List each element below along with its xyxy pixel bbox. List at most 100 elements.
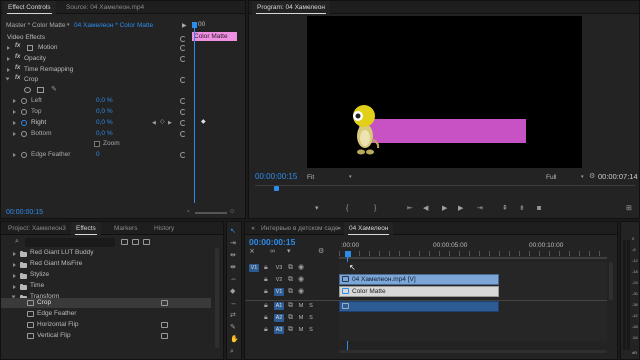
wrench-icon[interactable]: ⚙ — [589, 173, 595, 181]
close-icon[interactable]: ✕ — [251, 225, 255, 233]
effect-crop[interactable]: Crop — [24, 75, 38, 85]
param-bottom-value[interactable]: 0,0 % — [96, 129, 113, 139]
stopwatch-icon[interactable] — [21, 98, 27, 104]
tab-project[interactable]: Project: Хамелеон3 — [3, 222, 71, 235]
mute-button[interactable]: M — [296, 326, 306, 334]
hand-tool-icon[interactable]: ✋ — [230, 336, 239, 344]
effect-motion[interactable]: Motion — [38, 43, 58, 53]
ec-timecode[interactable]: 00:00:00:15 — [6, 208, 43, 218]
sync-lock-icon[interactable]: ⧉ — [288, 326, 293, 334]
settings-wrench-icon[interactable]: ⚙ — [318, 248, 324, 256]
ellipse-mask-icon[interactable] — [24, 87, 31, 93]
timeline-timecode[interactable]: 00:00:00:15 — [249, 237, 295, 247]
slip-tool-icon[interactable]: ↔ — [230, 300, 237, 308]
track-a1[interactable]: A1 — [274, 302, 284, 310]
add-keyframe-icon[interactable]: ◇ — [160, 118, 165, 126]
pen-mask-icon[interactable]: ✎ — [51, 85, 57, 93]
reset-top-icon[interactable] — [180, 109, 186, 115]
section-reset-icon[interactable] — [180, 36, 186, 42]
zoom-in-icon[interactable]: ○ — [230, 208, 234, 216]
snap-icon[interactable]: ⩙ — [250, 248, 254, 256]
tab-sequence-interview[interactable]: Интервью в детском саде — [256, 222, 344, 235]
reset-bottom-icon[interactable] — [180, 131, 186, 137]
slide-tool-icon[interactable]: ⇄ — [230, 312, 236, 320]
track-v2[interactable]: V2 — [274, 276, 284, 284]
sync-lock-icon[interactable]: ⧉ — [288, 314, 293, 322]
expand-left-icon[interactable] — [13, 99, 16, 103]
tab-sequence-chameleon[interactable]: 04 Хамелеон — [344, 222, 394, 235]
effects-list-item[interactable]: Horizontal Flip — [37, 320, 79, 330]
program-mini-timeline[interactable] — [255, 185, 635, 186]
collapse-crop-icon[interactable] — [5, 77, 10, 81]
mute-button[interactable]: M — [296, 314, 306, 322]
track-v3[interactable]: V3 — [274, 264, 284, 272]
keyframe-diamond-icon[interactable]: ◆ — [201, 118, 206, 126]
timeline-scrollbar[interactable] — [609, 262, 613, 300]
reset-motion-icon[interactable] — [180, 45, 186, 51]
stopwatch-icon[interactable] — [21, 152, 27, 158]
close-icon[interactable]: ✕ — [337, 225, 341, 233]
rectangle-mask-icon[interactable] — [37, 87, 44, 93]
rate-stretch-tool-icon[interactable]: ⇔ — [230, 276, 237, 284]
add-marker-icon[interactable]: ▾ — [287, 248, 291, 256]
solo-button[interactable]: S — [306, 302, 316, 310]
reset-crop-icon[interactable] — [180, 77, 186, 83]
sync-lock-icon[interactable]: ⧉ — [288, 302, 293, 310]
go-to-in-icon[interactable]: ⇤ — [407, 205, 413, 213]
accelerated-effects-icon[interactable] — [121, 239, 128, 245]
razor-tool-icon[interactable]: ◆ — [230, 288, 235, 296]
linked-selection-icon[interactable]: ∞ — [270, 248, 275, 256]
add-marker-icon[interactable]: ▾ — [315, 205, 319, 213]
zoom-checkbox[interactable] — [94, 141, 100, 147]
stopwatch-active-icon[interactable] — [21, 120, 27, 126]
tab-program[interactable]: Program: 04 Хамелеон — [252, 1, 331, 14]
fit-dropdown[interactable]: Fit — [307, 173, 314, 183]
lock-icon[interactable]: 🔒︎ — [264, 288, 268, 296]
tab-source[interactable]: Source: 04 Хамелеон.mp4 — [61, 1, 149, 14]
effects-list-item-selected[interactable]: Crop — [37, 298, 51, 308]
step-forward-icon[interactable]: ▶ — [458, 205, 463, 213]
play-icon[interactable]: ▶ — [442, 205, 447, 213]
mute-button[interactable]: M — [296, 302, 306, 310]
ruler-ticks[interactable] — [339, 251, 607, 256]
effects-scrollbar[interactable] — [215, 248, 219, 348]
track-a3[interactable]: A3 — [274, 326, 284, 334]
effects-list-item[interactable]: Time — [30, 281, 44, 291]
effects-search-input[interactable] — [25, 238, 115, 247]
tab-history[interactable]: History — [149, 222, 179, 235]
eye-icon[interactable]: ◉ — [298, 264, 304, 272]
timeline-playhead-head[interactable] — [345, 251, 351, 257]
lock-icon[interactable]: 🔒︎ — [264, 326, 268, 334]
effect-opacity[interactable]: Opacity — [24, 54, 46, 64]
program-video-frame[interactable] — [307, 16, 582, 168]
zoom-tool-icon[interactable]: ⌕ — [230, 348, 234, 356]
chevron-down-icon[interactable]: ▾ — [67, 22, 70, 28]
prev-keyframe-icon[interactable]: ◀ — [152, 119, 156, 127]
source-patch-v1[interactable]: V1 — [249, 264, 259, 272]
tab-markers[interactable]: Markers — [109, 222, 142, 235]
effects-list-item[interactable]: Vertical Flip — [37, 331, 71, 341]
expand-motion-icon[interactable] — [7, 46, 10, 50]
mark-out-icon[interactable]: } — [374, 205, 376, 213]
32bit-effects-icon[interactable] — [132, 239, 139, 245]
go-to-out-icon[interactable]: ⇥ — [477, 205, 483, 213]
expand-bottom-icon[interactable] — [13, 132, 16, 136]
fx-badge-icon[interactable]: fx — [15, 65, 20, 71]
param-left-value[interactable]: 0,0 % — [96, 96, 113, 106]
zoom-out-icon[interactable]: ◦ — [187, 208, 189, 216]
expand-opacity-icon[interactable] — [7, 57, 10, 61]
reset-edge-feather-icon[interactable] — [180, 152, 186, 158]
next-keyframe-icon[interactable]: ▶ — [168, 119, 172, 127]
track-a2[interactable]: A2 — [274, 314, 284, 322]
panel-menu-icon[interactable]: ⊞ — [626, 205, 632, 213]
lock-icon[interactable]: 🔒︎ — [264, 314, 268, 322]
reset-opacity-icon[interactable] — [180, 56, 186, 62]
effects-list-item[interactable]: Stylize — [30, 270, 49, 280]
stopwatch-icon[interactable] — [21, 109, 27, 115]
step-back-icon[interactable]: ◀ — [423, 205, 428, 213]
play-only-clip-icon[interactable]: ▶ — [182, 22, 187, 29]
fx-badge-icon[interactable]: fx — [15, 75, 20, 81]
expand-top-icon[interactable] — [13, 110, 16, 114]
stopwatch-icon[interactable] — [21, 131, 27, 137]
track-v1[interactable]: V1 — [274, 288, 284, 296]
